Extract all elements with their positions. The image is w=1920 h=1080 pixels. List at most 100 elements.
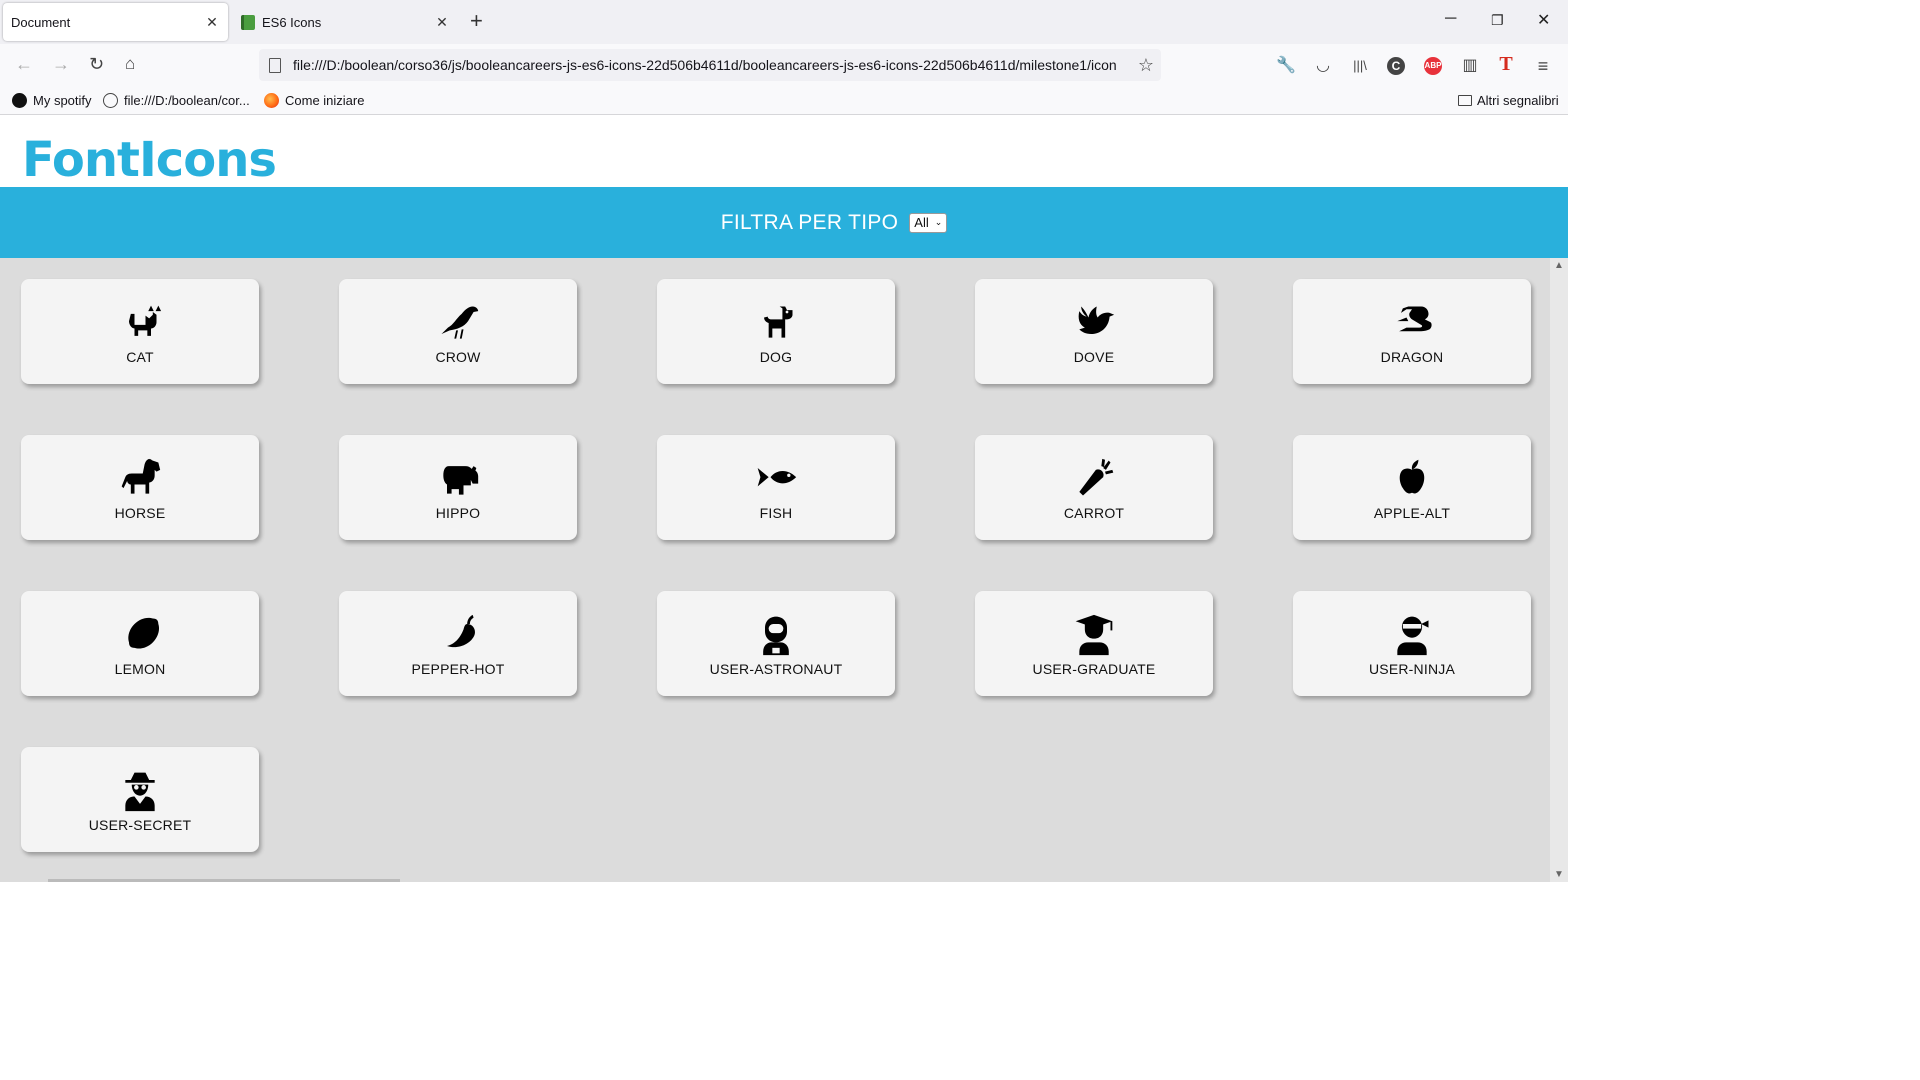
- icon-card-label: FISH: [759, 505, 793, 521]
- pocket-icon[interactable]: ◡: [1313, 56, 1333, 76]
- reload-icon[interactable]: ↻: [89, 54, 104, 75]
- dog-icon: [657, 301, 895, 345]
- icon-card: DOG: [657, 279, 895, 384]
- icon-card: FISH: [657, 435, 895, 540]
- icon-card-label: PEPPER-HOT: [411, 661, 505, 677]
- icon-card: DRAGON: [1293, 279, 1531, 384]
- tab-es6-icons[interactable]: ES6 Icons ✕: [233, 3, 458, 41]
- icon-card: CAT: [21, 279, 259, 384]
- scroll-up-icon[interactable]: ▲: [1554, 260, 1564, 271]
- dragon-icon: [1293, 301, 1531, 345]
- tab-title: ES6 Icons: [262, 14, 322, 30]
- icon-card-label: CARROT: [1063, 505, 1125, 521]
- icon-card-label: CROW: [435, 349, 481, 365]
- new-tab-button[interactable]: +: [470, 10, 483, 32]
- icon-card-label: APPLE-ALT: [1373, 505, 1451, 521]
- bookmark-label: file:///D:/boolean/cor...: [124, 93, 250, 108]
- site-header: FontIcons: [0, 115, 1568, 187]
- icon-card-label: HIPPO: [435, 505, 481, 521]
- icon-card: USER-GRADUATE: [975, 591, 1213, 696]
- icon-card-label: USER-ASTRONAUT: [709, 661, 843, 677]
- address-bar[interactable]: file:///D:/boolean/corso36/js/booleancar…: [259, 49, 1161, 81]
- wrench-icon[interactable]: 🔧: [1276, 56, 1296, 76]
- home-icon[interactable]: ⌂: [125, 54, 135, 74]
- minimize-icon[interactable]: ─: [1445, 10, 1456, 28]
- icon-card-label: DOVE: [1073, 349, 1115, 365]
- user-secret-icon: [21, 769, 259, 813]
- icon-grid: CAT CROW DOG DOVE DRAGON HORSE HIPPO FISH CARROT…: [0, 258, 1550, 882]
- tab-document[interactable]: Document ✕: [3, 3, 228, 41]
- icon-card: USER-ASTRONAUT: [657, 591, 895, 696]
- reader-icon[interactable]: ▥: [1460, 56, 1480, 76]
- bookmark-label: My spotify: [33, 93, 92, 108]
- restore-icon[interactable]: ❐: [1491, 12, 1504, 29]
- fish-icon: [657, 457, 895, 501]
- chevron-down-icon: ⌄: [934, 217, 943, 227]
- c-extension-icon[interactable]: C: [1387, 57, 1405, 75]
- close-window-icon[interactable]: ✕: [1537, 10, 1550, 30]
- lemon-icon: [21, 613, 259, 657]
- page-icon: [269, 57, 281, 73]
- close-tab-icon[interactable]: ✕: [432, 14, 452, 31]
- library-icon[interactable]: |||\: [1350, 56, 1370, 76]
- firefox-icon: [264, 93, 279, 108]
- icon-card: DOVE: [975, 279, 1213, 384]
- folder-icon: [1458, 95, 1472, 106]
- icon-card-label: DOG: [759, 349, 793, 365]
- icon-card-label: HORSE: [114, 505, 166, 521]
- user-astronaut-icon: [657, 613, 895, 657]
- filter-label: FILTRA PER TIPO: [720, 210, 899, 234]
- menu-icon[interactable]: ≡: [1533, 56, 1553, 76]
- bookmark-item[interactable]: file:///D:/boolean/cor...: [103, 93, 250, 108]
- filter-bar: FILTRA PER TIPO All ⌄: [0, 187, 1568, 258]
- icon-card: HORSE: [21, 435, 259, 540]
- back-arrow-icon[interactable]: ←: [15, 54, 33, 75]
- url-text[interactable]: file:///D:/boolean/corso36/js/booleancar…: [293, 57, 1131, 73]
- filter-selected-value: All: [914, 215, 929, 230]
- icon-card: PEPPER-HOT: [339, 591, 577, 696]
- dove-icon: [975, 301, 1213, 345]
- icon-card: CROW: [339, 279, 577, 384]
- type-filter-select[interactable]: All ⌄: [909, 212, 948, 233]
- tab-title: Document: [11, 14, 71, 30]
- other-bookmarks[interactable]: Altri segnalibri: [1458, 93, 1559, 108]
- pepper-hot-icon: [339, 613, 577, 657]
- user-ninja-icon: [1293, 613, 1531, 657]
- icon-card: USER-SECRET: [21, 747, 259, 852]
- horizontal-scroll-track: [48, 879, 400, 882]
- tab-strip: Document ✕ ES6 Icons ✕ + ─ ❐ ✕: [0, 0, 1568, 44]
- horse-icon: [21, 457, 259, 501]
- icon-card-label: USER-GRADUATE: [1032, 661, 1156, 677]
- t-extension-icon[interactable]: T: [1496, 54, 1516, 74]
- scroll-down-icon[interactable]: ▼: [1554, 869, 1564, 880]
- icon-card: LEMON: [21, 591, 259, 696]
- user-graduate-icon: [975, 613, 1213, 657]
- globe-icon: [103, 93, 118, 108]
- icon-card: HIPPO: [339, 435, 577, 540]
- icon-card: CARROT: [975, 435, 1213, 540]
- page-viewport: FontIcons FILTRA PER TIPO All ⌄ CAT CROW D…: [0, 115, 1568, 882]
- bookmark-star-icon[interactable]: ☆: [1131, 55, 1161, 76]
- hippo-icon: [339, 457, 577, 501]
- cat-icon: [21, 301, 259, 345]
- site-logo: FontIcons: [22, 132, 277, 188]
- bookmark-item[interactable]: My spotify: [12, 93, 92, 108]
- bookmark-label: Altri segnalibri: [1477, 93, 1559, 108]
- forward-arrow-icon[interactable]: →: [52, 54, 70, 75]
- bookmark-item[interactable]: Come iniziare: [264, 93, 364, 108]
- spotify-icon: [12, 93, 27, 108]
- close-tab-icon[interactable]: ✕: [202, 14, 222, 31]
- icon-card-label: USER-SECRET: [88, 817, 192, 833]
- vertical-scrollbar[interactable]: ▲ ▼: [1550, 258, 1568, 882]
- navigation-toolbar: ← → ↻ ⌂ file:///D:/boolean/corso36/js/bo…: [0, 44, 1568, 88]
- carrot-icon: [975, 457, 1213, 501]
- icon-card: APPLE-ALT: [1293, 435, 1531, 540]
- apple-alt-icon: [1293, 457, 1531, 501]
- book-icon: [241, 14, 255, 30]
- icon-card-label: LEMON: [114, 661, 166, 677]
- adblock-icon[interactable]: ABP: [1424, 57, 1442, 75]
- bookmarks-bar: My spotify file:///D:/boolean/cor... Com…: [0, 88, 1568, 115]
- bookmark-label: Come iniziare: [285, 93, 365, 108]
- icon-card-label: CAT: [126, 349, 154, 365]
- icon-card-label: USER-NINJA: [1368, 661, 1455, 677]
